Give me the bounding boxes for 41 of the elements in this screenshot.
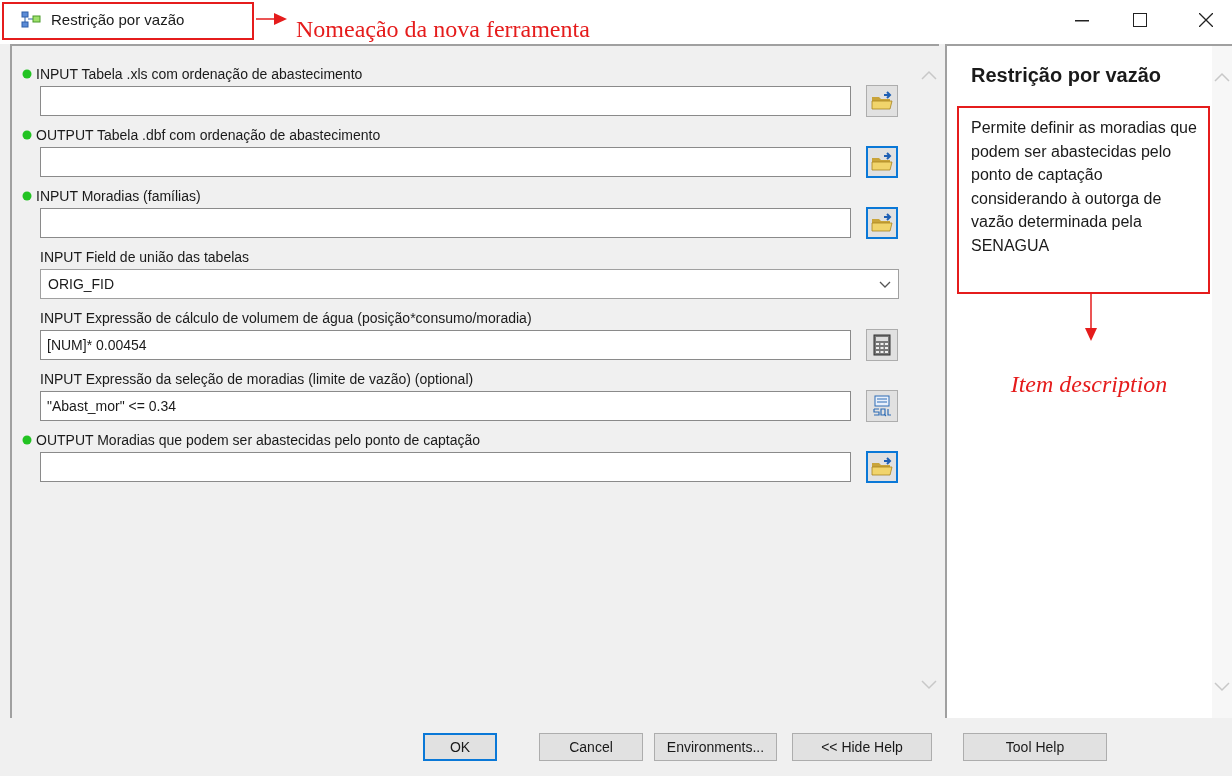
- annotation-text: Item description: [1009, 370, 1169, 399]
- parameter-label: OUTPUT Moradias que podem ser abastecidas pelo ponto de captação: [36, 430, 481, 450]
- calculator-icon: [873, 334, 891, 356]
- input-field[interactable]: [40, 208, 851, 238]
- help-description: Permite definir as moradias que podem ser abastecidas pelo ponto de captação considerando à outorga de vazão determinada pela SENAGUA: [971, 118, 1197, 256]
- dialog-button[interactable]: Cancel: [539, 733, 643, 761]
- annotation-text: Nomeação da nova ferramenta: [296, 15, 590, 44]
- folder-icon: [871, 213, 893, 233]
- folder-button[interactable]: [866, 146, 898, 178]
- parameter-label: INPUT Field de união das tabelas: [40, 247, 250, 267]
- annotation-arrow: [256, 12, 288, 26]
- parameter-label: INPUT Expressão de cálculo de volumem de água (posição*consumo/moradia): [40, 308, 532, 328]
- folder-button[interactable]: [866, 85, 898, 117]
- sql-button[interactable]: [866, 390, 898, 422]
- window-title: Restrição por vazão: [51, 9, 185, 30]
- folder-icon: [871, 457, 893, 477]
- minimize-icon[interactable]: [1075, 20, 1089, 22]
- input-field[interactable]: [40, 452, 851, 482]
- parameter-label: OUTPUT Tabela .dbf com ordenação de abastecimento: [36, 125, 381, 145]
- dropdown-field[interactable]: ORIG_FID: [40, 269, 899, 299]
- folder-button[interactable]: [866, 207, 898, 239]
- input-field[interactable]: [40, 147, 851, 177]
- input-field[interactable]: [NUM]* 0.00454: [40, 330, 851, 360]
- folder-button[interactable]: [866, 451, 898, 483]
- close-icon[interactable]: [1199, 13, 1213, 27]
- maximize-icon[interactable]: [1133, 13, 1147, 27]
- input-field[interactable]: [40, 86, 851, 116]
- folder-icon: [871, 152, 893, 172]
- sql-icon: [872, 395, 892, 417]
- chevron-down-icon: [879, 280, 891, 288]
- dialog-button[interactable]: Tool Help: [963, 733, 1107, 761]
- parameter-label: INPUT Moradias (famílias): [36, 186, 201, 206]
- dialog-button[interactable]: Environments...: [654, 733, 777, 761]
- parameter-label: INPUT Tabela .xls com ordenação de abastecimento: [36, 64, 363, 84]
- parameter-label: INPUT Expressão da seleção de moradias (limite de vazão) (optional): [40, 369, 474, 389]
- input-field[interactable]: "Abast_mor" <= 0.34: [40, 391, 851, 421]
- calculator-button[interactable]: [866, 329, 898, 361]
- help-title: Restrição por vazão: [971, 63, 1162, 88]
- dialog-button[interactable]: OK: [423, 733, 497, 761]
- dialog-button[interactable]: << Hide Help: [792, 733, 932, 761]
- folder-icon: [871, 91, 893, 111]
